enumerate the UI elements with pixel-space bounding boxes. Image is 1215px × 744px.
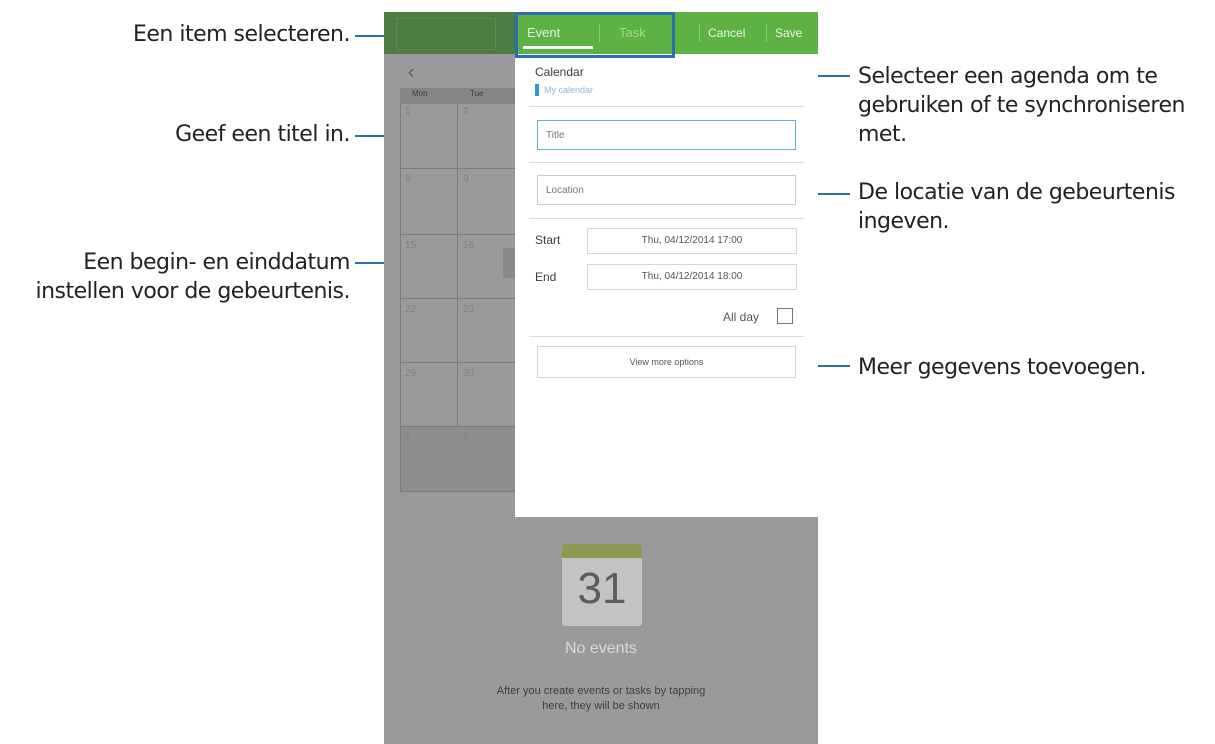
- view-more-options-button[interactable]: View more options: [537, 346, 796, 378]
- date-cell[interactable]: 2: [463, 106, 469, 117]
- calendar-value: My calendar: [544, 85, 594, 95]
- calendar-color-marker: [535, 84, 539, 96]
- callout-calendar: Selecteer een agenda om te gebruiken of …: [858, 62, 1215, 149]
- grid-row-line: [401, 491, 521, 492]
- date-cell[interactable]: 8: [405, 174, 411, 185]
- date-cell[interactable]: 5: [405, 432, 411, 443]
- date-cell[interactable]: 22: [405, 304, 416, 315]
- action-separator: [699, 24, 700, 42]
- grid-row-line: [401, 426, 521, 427]
- grid-row-line: [401, 168, 521, 169]
- grid-row-line: [401, 298, 521, 299]
- month-calendar: ‹ Mon Tue 1 2 8 9 15 16 22 23 29 30 5 6: [400, 58, 521, 492]
- no-events-description[interactable]: After you create events or tasks by tapp…: [484, 684, 718, 714]
- date-cell[interactable]: 1: [405, 106, 411, 117]
- location-input[interactable]: [537, 175, 796, 205]
- start-datetime-button[interactable]: Thu, 04/12/2014 17:00: [587, 228, 797, 254]
- date-cell[interactable]: 29: [405, 368, 416, 379]
- date-cell[interactable]: 6: [463, 432, 469, 443]
- divider: [529, 162, 804, 163]
- callout-location: De locatie van de gebeurtenis ingeven.: [858, 178, 1215, 236]
- callout-more: Meer gegevens toevoegen.: [858, 355, 1147, 380]
- weekday-header: Mon Tue: [400, 88, 520, 104]
- calendar-icon-header: [562, 544, 642, 558]
- all-day-checkbox[interactable]: [777, 308, 793, 324]
- calendar-label: Calendar: [535, 65, 584, 79]
- date-cell[interactable]: 15: [405, 240, 416, 251]
- callout-calendar-line1: Selecteer een agenda om te: [858, 64, 1158, 89]
- cancel-button[interactable]: Cancel: [708, 12, 745, 54]
- weekday-tue: Tue: [470, 89, 484, 98]
- callout-calendar-line2: gebruiken of te synchroniseren: [858, 93, 1185, 118]
- all-day-label: All day: [723, 310, 760, 324]
- end-datetime-button[interactable]: Thu, 04/12/2014 18:00: [587, 264, 797, 290]
- phone-screen: ‹ Mon Tue 1 2 8 9 15 16 22 23 29 30 5 6: [384, 12, 818, 744]
- grid-next-month: [401, 426, 521, 492]
- calendar-icon-day: 31: [577, 564, 627, 613]
- calendar-day-icon: 31: [562, 544, 642, 626]
- date-cell[interactable]: 23: [463, 304, 474, 315]
- date-cell[interactable]: 9: [463, 174, 469, 185]
- weekday-mon: Mon: [412, 89, 428, 98]
- create-event-dialog: Event Task Cancel Save Calendar My calen…: [515, 12, 818, 517]
- title-input[interactable]: [537, 120, 796, 150]
- callout-location-line1: De locatie van de gebeurtenis: [858, 180, 1175, 205]
- date-cell[interactable]: 16: [463, 240, 474, 251]
- action-separator: [766, 24, 767, 42]
- view-dropdown[interactable]: [396, 18, 496, 50]
- callout-select-item: Een item selecteren.: [132, 22, 351, 47]
- callout-title: Geef een titel in.: [175, 122, 350, 147]
- divider: [529, 336, 804, 337]
- callout-dates: Een begin- en einddatum instellen voor d…: [0, 248, 350, 306]
- callout-dates-line2: instellen voor de gebeurtenis.: [35, 279, 350, 304]
- callout-calendar-line3: met.: [858, 122, 907, 147]
- divider: [529, 218, 804, 219]
- save-button[interactable]: Save: [775, 12, 802, 54]
- end-label: End: [535, 270, 557, 284]
- grid-row-line: [401, 234, 521, 235]
- grid-row-line: [401, 362, 521, 363]
- no-events-title: No events: [564, 640, 638, 657]
- start-label: Start: [535, 233, 561, 247]
- date-range-bracket-handle: [503, 248, 515, 278]
- callout-location-line2: ingeven.: [858, 209, 950, 234]
- divider: [529, 106, 804, 107]
- tabs-highlight-box: [515, 12, 675, 58]
- chevron-left-icon[interactable]: ‹: [408, 62, 414, 83]
- month-grid: 1 2 8 9 15 16 22 23 29 30 5 6: [400, 104, 521, 492]
- callout-dates-line1: Een begin- en einddatum: [83, 250, 350, 275]
- date-cell[interactable]: 30: [463, 368, 474, 379]
